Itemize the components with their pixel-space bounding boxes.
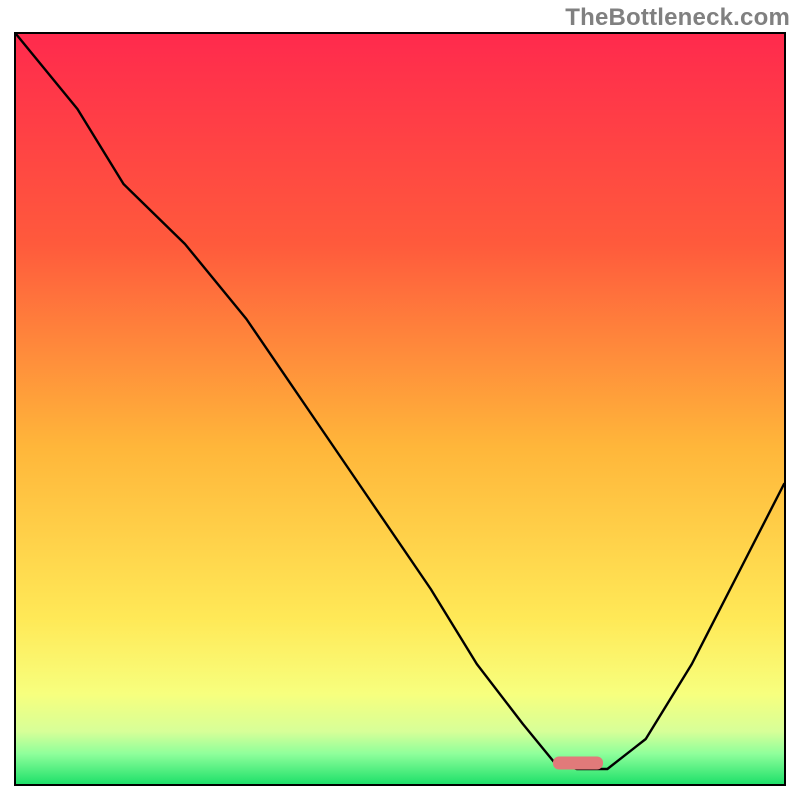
optimal-marker [553,757,603,770]
plot-frame [14,32,786,786]
bottleneck-curve [16,34,784,784]
plot-area [16,34,784,784]
watermark-text: TheBottleneck.com [565,4,790,32]
